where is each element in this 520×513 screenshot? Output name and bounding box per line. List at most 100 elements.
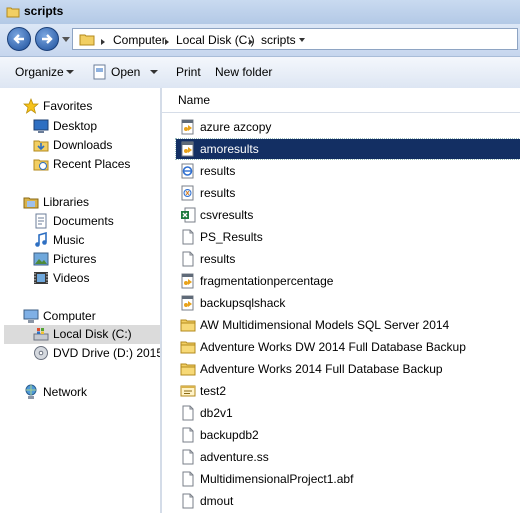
file-name: Adventure Works 2014 Full Database Backu… [200, 362, 443, 376]
nav-favorites[interactable]: Favorites [23, 98, 153, 116]
breadcrumb-arrow-icon[interactable] [165, 39, 169, 45]
folder-icon [6, 7, 20, 18]
open-button[interactable]: Open [111, 65, 140, 79]
file-row[interactable]: results [176, 183, 520, 203]
blank-file-icon [180, 405, 196, 421]
breadcrumb-computer[interactable]: Computer [113, 33, 166, 47]
file-row[interactable]: Adventure Works DW 2014 Full Database Ba… [176, 337, 520, 357]
back-button[interactable] [7, 27, 31, 51]
text-file-icon [180, 251, 196, 267]
nav-libraries[interactable]: Libraries [23, 194, 153, 212]
batch-file-icon [180, 141, 196, 157]
nav-dvd-drive[interactable]: DVD Drive (D:) 201504 [33, 345, 160, 363]
nav-videos[interactable]: Videos [33, 270, 153, 288]
file-name: results [200, 252, 236, 266]
breadcrumb-arrow-icon[interactable] [249, 39, 253, 45]
file-row[interactable]: PS_Results [176, 227, 520, 247]
file-row[interactable]: azure azcopy [176, 117, 520, 137]
file-name: dmout [200, 494, 234, 508]
file-row[interactable]: MultidimensionalProject1.abf [176, 469, 520, 489]
documents-icon [35, 213, 47, 229]
network-icon [25, 384, 37, 399]
column-header-label: Name [178, 93, 211, 107]
recent-places-icon [33, 159, 49, 171]
nav-pictures[interactable]: Pictures [33, 251, 153, 269]
file-name: MultidimensionalProject1.abf [200, 472, 354, 486]
file-name: db2v1 [200, 406, 233, 420]
nav-network[interactable]: Network [23, 384, 153, 402]
file-name: backupsqlshack [200, 296, 286, 310]
file-name: results [200, 186, 236, 200]
desktop-icon [33, 119, 49, 133]
recent-pages-dropdown[interactable] [62, 37, 70, 42]
blank-file-icon [180, 427, 196, 443]
nav-local-disk[interactable]: Local Disk (C:) [4, 325, 160, 344]
folder-icon [180, 317, 196, 333]
window-title: scripts [24, 4, 64, 18]
file-name: PS_Results [200, 230, 263, 244]
file-row[interactable]: test2 [176, 381, 520, 401]
file-row[interactable]: Adventure Works 2014 Full Database Backu… [176, 359, 520, 379]
nav-label: Videos [53, 271, 90, 285]
file-list: Name azure azcopy amoresults results result… [162, 88, 520, 513]
nav-label: Network [43, 385, 88, 399]
nav-label: Desktop [53, 119, 98, 133]
file-row[interactable]: db2v1 [176, 403, 520, 423]
nav-computer[interactable]: Computer [23, 308, 153, 326]
new-folder-button[interactable]: New folder [215, 65, 272, 79]
nav-label: DVD Drive (D:) 201504 [53, 346, 160, 360]
file-name: azure azcopy [200, 120, 272, 134]
file-row[interactable]: backupdb2 [176, 425, 520, 445]
nav-label: Libraries [43, 195, 90, 209]
file-row[interactable]: results [176, 249, 520, 269]
nav-label: Computer [43, 309, 96, 323]
print-button[interactable]: Print [176, 65, 201, 79]
breadcrumb-local-disk[interactable]: Local Disk (C:) [176, 33, 255, 47]
file-row[interactable]: AW Multidimensional Models SQL Server 20… [176, 315, 520, 335]
nav-desktop[interactable]: Desktop [33, 118, 153, 136]
html-file-icon [180, 163, 196, 179]
file-row[interactable]: results [176, 161, 520, 181]
file-name: fragmentationpercentage [200, 274, 334, 288]
star-icon [23, 98, 39, 114]
file-row[interactable]: fragmentationpercentage [176, 271, 520, 291]
nav-label: Music [53, 233, 85, 247]
file-row[interactable]: csvresults [176, 205, 520, 225]
forward-button[interactable] [35, 27, 59, 51]
pictures-icon [33, 252, 49, 266]
organize-button[interactable]: Organize [15, 65, 64, 79]
xml-file-icon [180, 185, 196, 201]
music-icon [35, 232, 47, 247]
chevron-down-icon[interactable] [66, 70, 74, 74]
nav-documents[interactable]: Documents [33, 213, 153, 231]
breadcrumb-arrow-icon[interactable] [101, 39, 105, 45]
nav-label: Recent Places [53, 157, 131, 171]
address-bar[interactable]: Computer Local Disk (C:) scripts [72, 28, 518, 50]
file-row[interactable]: adventure.ss [176, 447, 520, 467]
chevron-down-icon[interactable] [150, 70, 158, 74]
open-icon [93, 64, 106, 80]
file-row[interactable]: dmout [176, 491, 520, 511]
nav-recent-places[interactable]: Recent Places [33, 156, 153, 174]
nav-downloads[interactable]: Downloads [33, 137, 153, 155]
column-header-name[interactable]: Name [162, 88, 520, 113]
text-file-icon [180, 229, 196, 245]
videos-icon [34, 272, 48, 284]
file-name: results [200, 164, 236, 178]
folder-icon [79, 34, 95, 46]
breadcrumb-scripts[interactable]: scripts [261, 33, 296, 47]
batch-file-icon [180, 295, 196, 311]
file-name: test2 [200, 384, 227, 398]
script-file-icon [180, 383, 196, 399]
blank-file-icon [180, 471, 196, 487]
navigation-pane: Favorites Desktop Downloads Recent Place… [0, 88, 160, 513]
file-name: amoresults [200, 142, 259, 156]
file-row[interactable]: backupsqlshack [176, 293, 520, 313]
nav-music[interactable]: Music [33, 232, 153, 250]
folder-icon [180, 339, 196, 355]
file-row[interactable]: amoresults [175, 138, 520, 160]
title-bar: scripts [0, 0, 520, 25]
libraries-icon [23, 197, 39, 209]
chevron-down-icon[interactable] [299, 38, 305, 42]
excel-file-icon [180, 207, 196, 223]
